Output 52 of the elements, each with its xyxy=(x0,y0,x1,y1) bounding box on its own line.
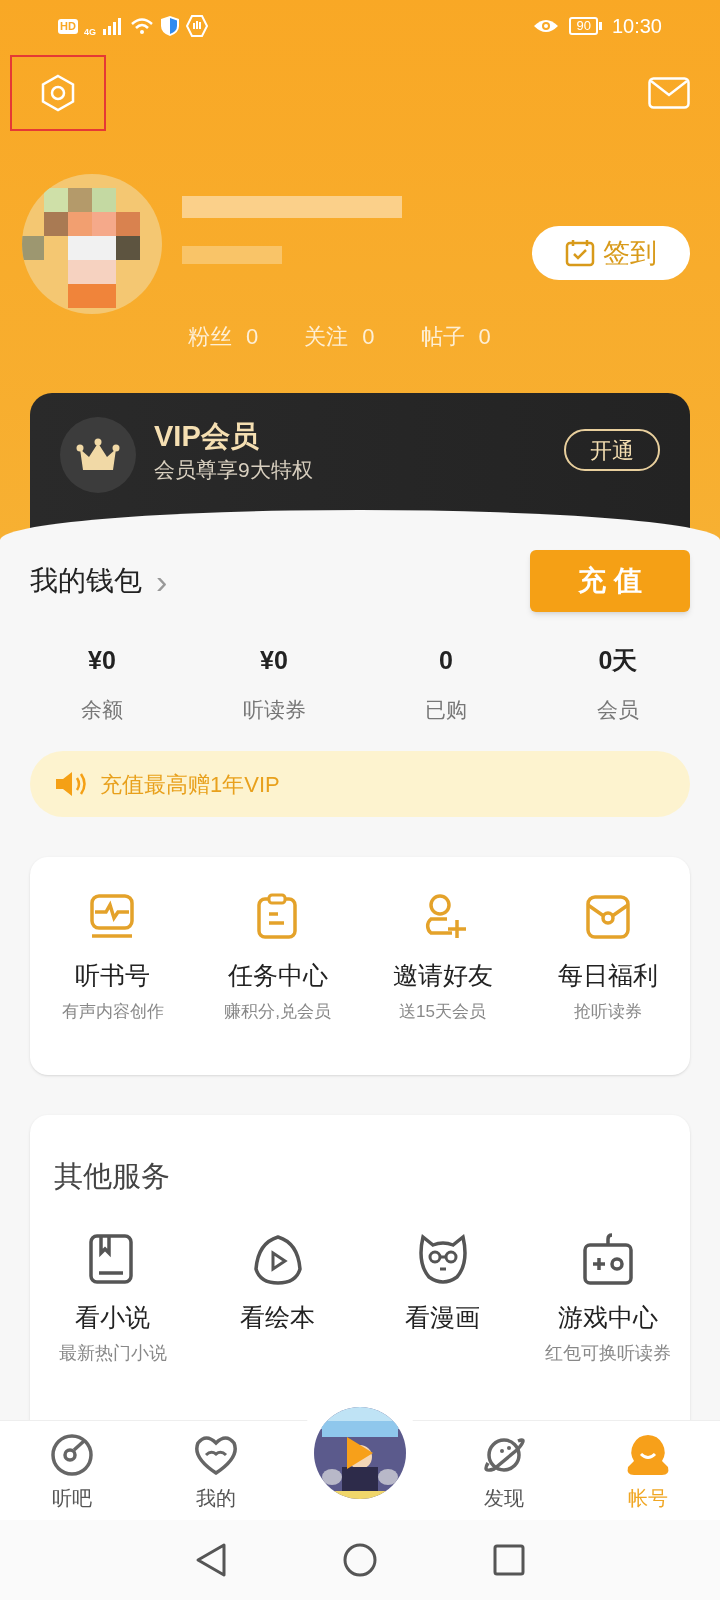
feature-item[interactable]: 听书号 有声内容创作 xyxy=(30,893,195,1075)
network-label: HD xyxy=(58,18,78,34)
wallet-title: 我的钱包 xyxy=(30,564,142,598)
wallet-value: ¥0 xyxy=(88,645,116,676)
nav-tab[interactable]: 听吧 xyxy=(0,1421,144,1520)
wallet-value: 0天 xyxy=(598,645,638,676)
service-item[interactable]: 游戏中心 红包可换听读券 xyxy=(525,1232,690,1367)
signal-icon xyxy=(101,17,124,35)
cat-face-icon xyxy=(416,1232,469,1285)
back-icon[interactable] xyxy=(195,1542,227,1578)
heart-icon xyxy=(194,1433,238,1477)
calendar-icon xyxy=(565,238,595,268)
pulse-monitor-icon xyxy=(88,893,137,941)
wallet-label: 已购 xyxy=(425,696,467,723)
stat-label: 关注 xyxy=(304,323,349,351)
play-icon xyxy=(251,1232,304,1285)
feature-item[interactable]: 任务中心 赚积分,兑会员 xyxy=(195,893,360,1075)
stat-label: 帖子 xyxy=(420,323,465,351)
battery-level: 90 xyxy=(569,17,598,35)
stat-value: 0 xyxy=(478,323,491,351)
vip-title: VIP会员 xyxy=(154,419,260,454)
stat-value: 0 xyxy=(246,323,259,351)
nav-tab[interactable]: 发现 xyxy=(432,1421,576,1520)
disc-icon xyxy=(50,1433,94,1477)
wifi-icon xyxy=(129,17,154,35)
crown-icon xyxy=(76,437,120,473)
feature-item[interactable]: 每日福利 抢听读券 xyxy=(525,893,690,1075)
shield-icon xyxy=(159,15,180,37)
service-item[interactable]: 看漫画 xyxy=(360,1232,525,1367)
mascot-icon xyxy=(626,1433,670,1477)
play-icon xyxy=(345,1435,375,1471)
wallet-value: ¥0 xyxy=(260,645,288,676)
wallet-label: 会员 xyxy=(597,696,639,723)
stat-label: 粉丝 xyxy=(188,323,232,351)
wallet-label: 余额 xyxy=(81,696,123,723)
service-item[interactable]: 看小说 最新热门小说 xyxy=(30,1232,195,1367)
envelope-icon xyxy=(583,893,632,941)
clock: 10:30 xyxy=(611,14,662,39)
home-icon[interactable] xyxy=(343,1543,377,1577)
wallet-label: 听读券 xyxy=(242,696,306,723)
stat-value: 0 xyxy=(362,323,375,351)
nav-tab[interactable]: 我的 xyxy=(144,1421,288,1520)
feature-item[interactable]: 邀请好友 送15天会员 xyxy=(360,893,525,1075)
gamepad-icon xyxy=(581,1232,634,1285)
wallet-value: 0 xyxy=(439,645,453,676)
recents-icon[interactable] xyxy=(493,1544,525,1576)
vip-subtitle: 会员尊享9大特权 xyxy=(154,457,313,483)
service-item[interactable]: 看绘本 xyxy=(195,1232,360,1367)
eye-icon xyxy=(533,18,560,34)
network-label: 4G xyxy=(83,26,96,40)
section-title: 其他服务 xyxy=(54,1159,171,1194)
open-vip-button[interactable]: 开通 xyxy=(564,429,660,471)
